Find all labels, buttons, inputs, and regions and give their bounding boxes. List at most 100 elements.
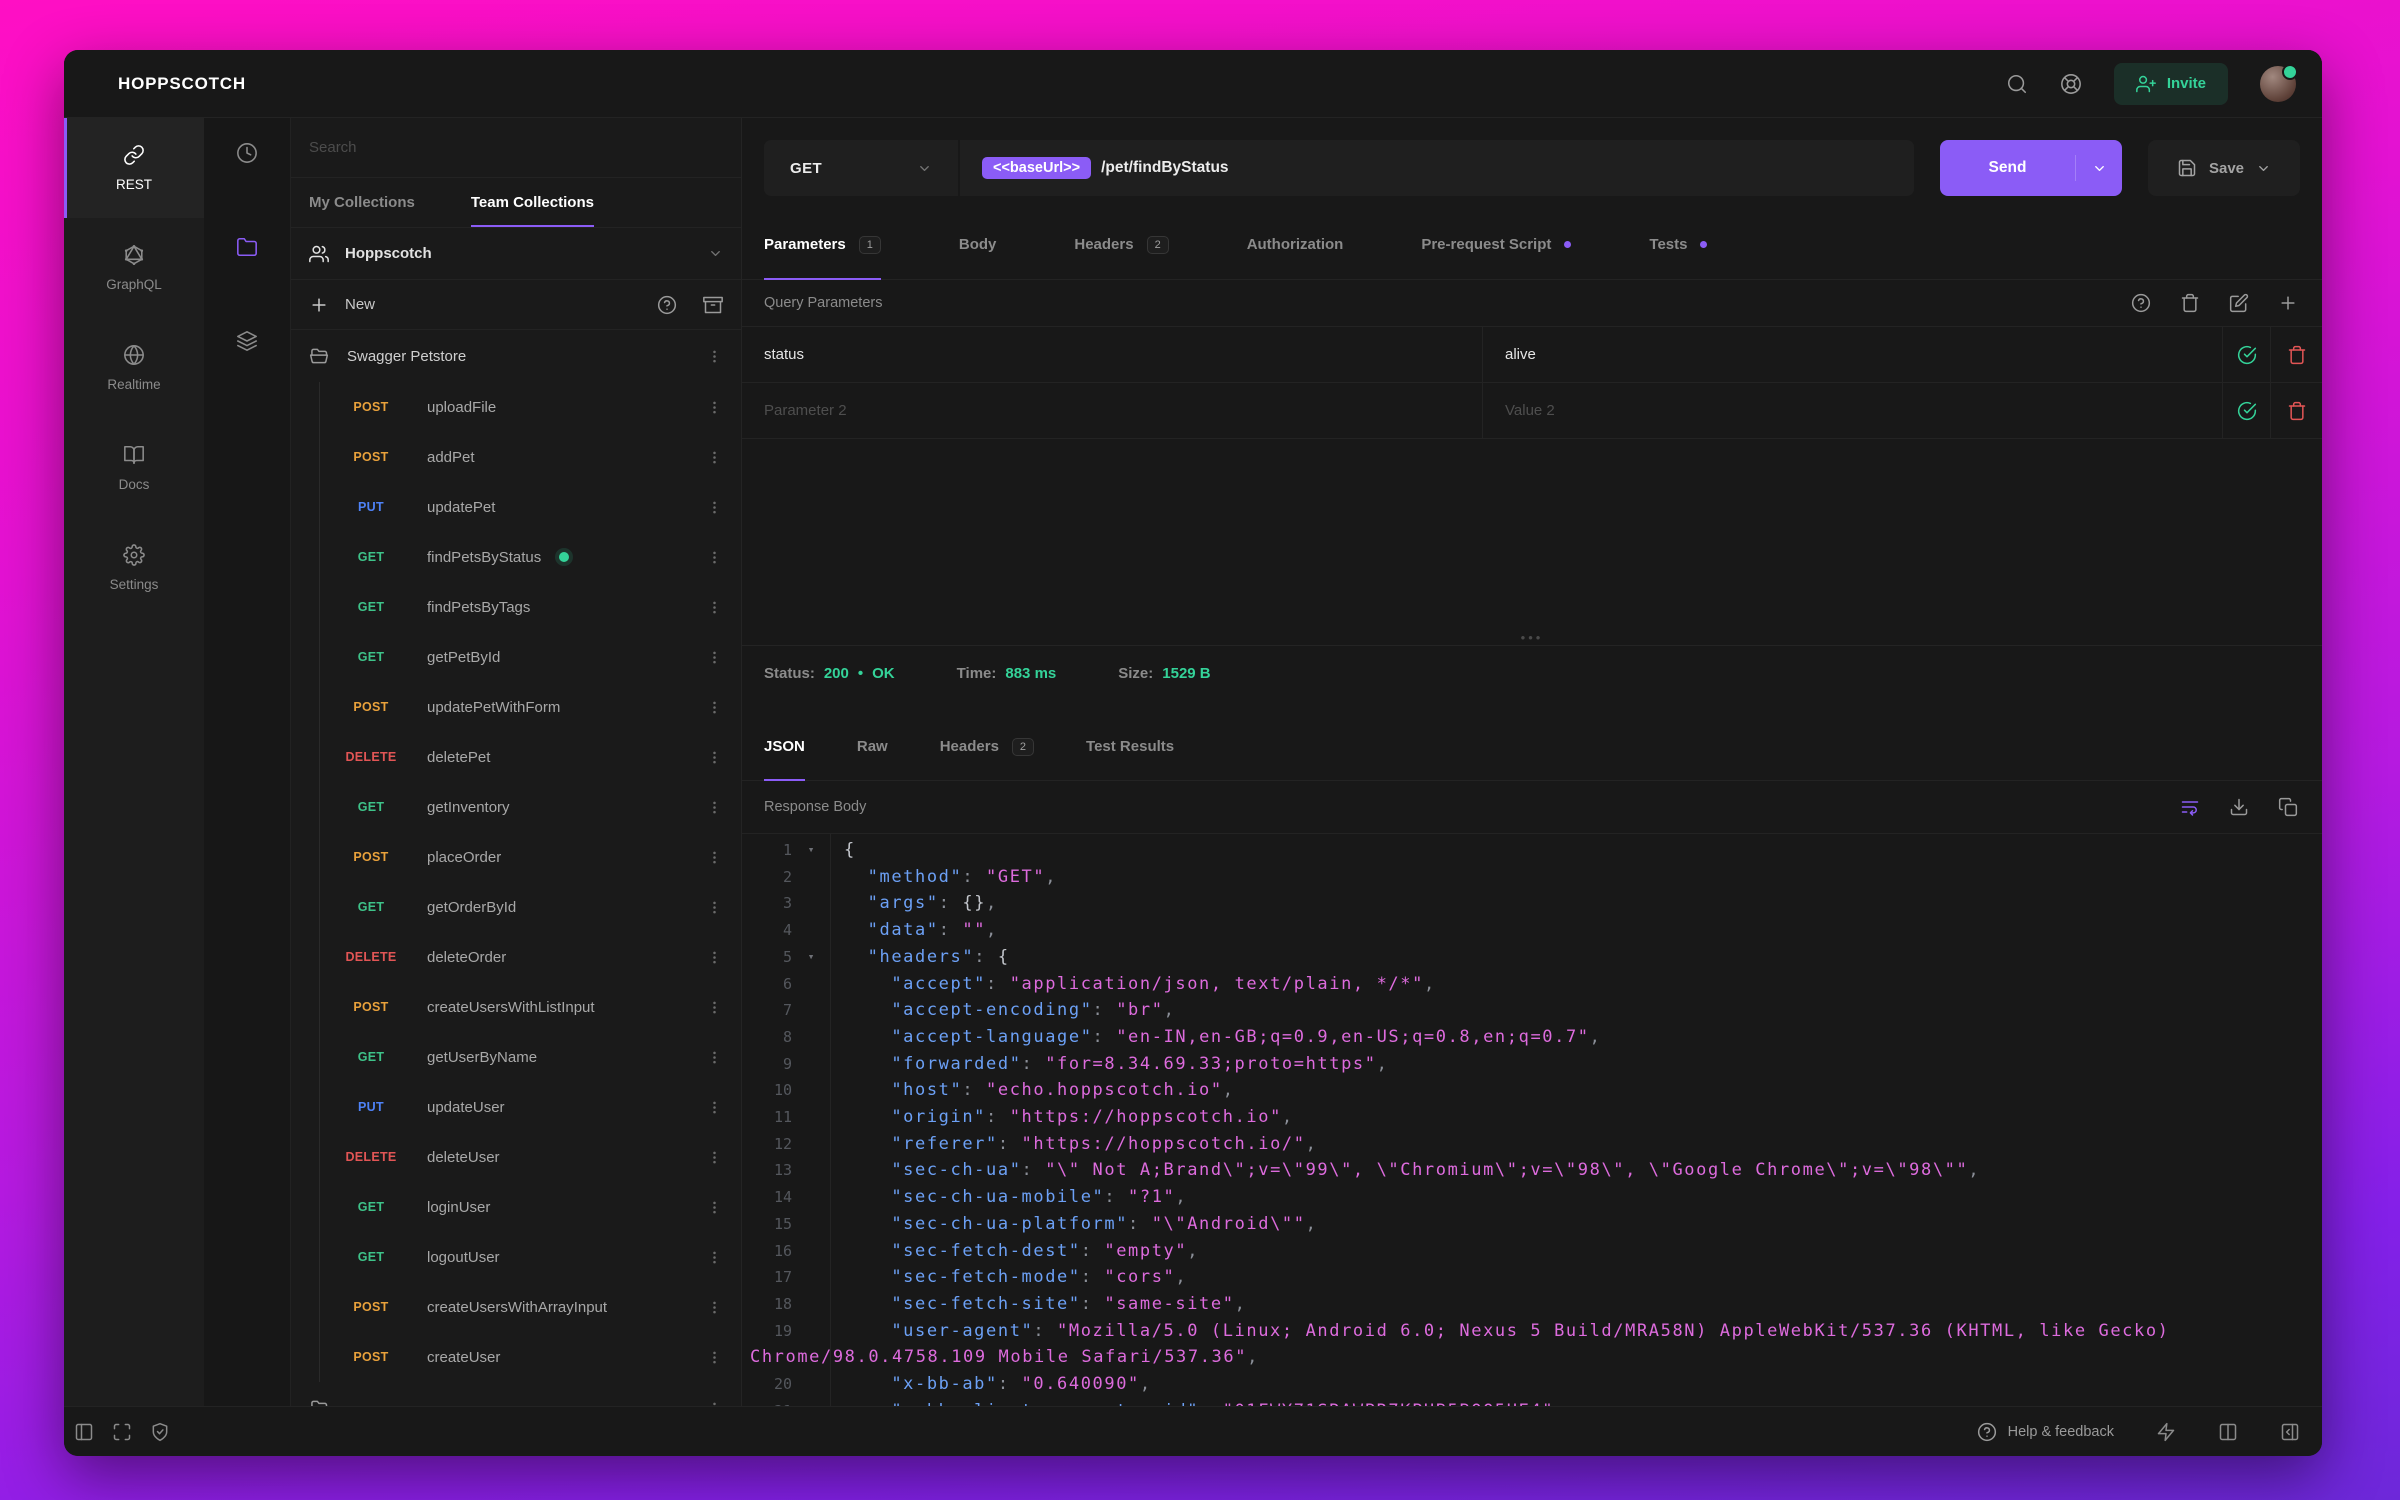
more-options-icon[interactable] [706,549,723,566]
history-icon[interactable] [236,142,258,164]
save-options-chevron-icon[interactable] [2256,161,2271,176]
delete-param-trash-icon[interactable] [2270,327,2322,382]
collection-request[interactable]: GET logoutUser [291,1232,741,1282]
import-export-archive-icon[interactable] [703,295,723,315]
wrap-lines-icon[interactable] [2180,797,2200,817]
collection-request[interactable]: GET loginUser [291,1182,741,1232]
more-options-icon[interactable] [706,1299,723,1316]
collection-request[interactable]: DELETE deleteOrder [291,932,741,982]
help-feedback-button[interactable]: Help & feedback [1977,1422,2114,1442]
sidebar-item-docs[interactable]: Docs [64,418,204,518]
tab-headers[interactable]: Headers 2 [940,713,1035,780]
toggle-param-check-icon[interactable] [2222,383,2270,438]
team-selector[interactable]: Hoppscotch [291,228,741,280]
tab-my-collections[interactable]: My Collections [309,178,415,227]
collection-request[interactable]: GET getPetById [291,632,741,682]
sidebar-item-realtime[interactable]: Realtime [64,318,204,418]
add-param-plus-icon[interactable] [2278,293,2298,313]
tab-body[interactable]: Body [959,210,997,279]
param-value-input[interactable]: Value 2 [1482,383,2222,438]
fold-arrow-icon[interactable]: ▾ [792,837,830,864]
param-key-input[interactable]: status [742,327,1482,382]
method-selector[interactable]: GET [764,140,960,196]
send-options-chevron-icon[interactable] [2076,161,2122,176]
more-options-icon[interactable] [706,949,723,966]
save-button[interactable]: Save [2148,140,2300,196]
tab-parameters[interactable]: Parameters 1 [764,210,881,280]
more-options-icon[interactable] [706,799,723,816]
clear-all-trash-icon[interactable] [2180,293,2200,313]
expand-zen-mode-icon[interactable] [112,1422,132,1442]
more-options-icon[interactable] [706,1149,723,1166]
collection-folder[interactable]: Swagger Petstore [291,330,741,382]
search-icon[interactable] [2006,73,2028,95]
new-collection-button[interactable]: New [345,296,375,313]
bulk-edit-icon[interactable] [2229,293,2249,313]
more-options-icon[interactable] [706,1400,723,1407]
more-options-icon[interactable] [706,1099,723,1116]
tab-authorization[interactable]: Authorization [1247,210,1344,279]
interceptor-shield-icon[interactable] [150,1422,170,1442]
toggle-columns-icon[interactable] [2218,1422,2238,1442]
more-options-icon[interactable] [706,999,723,1016]
more-options-icon[interactable] [706,1249,723,1266]
collection-request[interactable]: DELETE deletePet [291,732,741,782]
delete-param-trash-icon[interactable] [2270,383,2322,438]
more-options-icon[interactable] [706,749,723,766]
more-options-icon[interactable] [706,1049,723,1066]
collection-request[interactable]: GET getInventory [291,782,741,832]
toggle-sidebar-icon[interactable] [74,1422,94,1442]
collection-request[interactable]: PUT updateUser [291,1082,741,1132]
collection-request[interactable]: POST uploadFile [291,382,741,432]
collection-request[interactable]: POST addPet [291,432,741,482]
avatar[interactable] [2260,63,2298,102]
collection-request[interactable]: POST updatePetWithForm [291,682,741,732]
panes-resize-handle[interactable]: ••• [742,630,2322,646]
tab-tests[interactable]: Tests [1649,210,1708,279]
tab-json[interactable]: JSON [764,713,805,781]
tab-headers[interactable]: Headers 2 [1074,210,1169,279]
collection-request[interactable]: PUT updatePet [291,482,741,532]
more-options-icon[interactable] [706,499,723,516]
collection-request[interactable]: GET findPetsByStatus [291,532,741,582]
tab-test-results[interactable]: Test Results [1086,713,1174,780]
sidebar-item-graphql[interactable]: GraphQL [64,218,204,318]
tab-raw[interactable]: Raw [857,713,888,780]
collection-request[interactable]: DELETE deleteUser [291,1132,741,1182]
more-options-icon[interactable] [706,649,723,666]
more-options-icon[interactable] [706,599,723,616]
support-lifebuoy-icon[interactable] [2060,73,2082,95]
plus-icon[interactable] [309,295,329,315]
environment-variable-chip[interactable]: <<baseUrl>> [982,157,1092,179]
collection-request[interactable]: POST createUsersWithArrayInput [291,1282,741,1332]
copy-icon[interactable] [2278,797,2298,817]
tab-pre-request-script[interactable]: Pre-request Script [1421,210,1572,279]
shortcuts-zap-icon[interactable] [2156,1422,2176,1442]
more-options-icon[interactable] [706,348,723,365]
response-body-code[interactable]: 1 ▾{2 "method": "GET", 3 "args": {}, 4 "dat… [742,834,2322,1406]
collections-icon[interactable] [236,236,258,258]
more-options-icon[interactable] [706,1199,723,1216]
help-circle-icon[interactable] [657,295,677,315]
param-value-input[interactable]: alive [1482,327,2222,382]
more-options-icon[interactable] [706,449,723,466]
collection-folder-partial[interactable] [291,1382,741,1406]
search-input[interactable] [309,139,723,156]
collection-request[interactable]: POST createUsersWithListInput [291,982,741,1032]
more-options-icon[interactable] [706,1349,723,1366]
collection-request[interactable]: GET findPetsByTags [291,582,741,632]
url-input[interactable]: <<baseUrl>> /pet/findByStatus [960,157,1251,179]
environments-layers-icon[interactable] [236,330,258,352]
more-options-icon[interactable] [706,699,723,716]
param-key-input[interactable]: Parameter 2 [742,383,1482,438]
sidebar-item-settings[interactable]: Settings [64,518,204,618]
toggle-param-check-icon[interactable] [2222,327,2270,382]
help-circle-icon[interactable] [2131,293,2151,313]
more-options-icon[interactable] [706,849,723,866]
collection-request[interactable]: GET getUserByName [291,1032,741,1082]
invite-button[interactable]: Invite [2113,62,2228,105]
more-options-icon[interactable] [706,899,723,916]
more-options-icon[interactable] [706,399,723,416]
collapse-right-panel-icon[interactable] [2280,1422,2300,1442]
download-icon[interactable] [2229,797,2249,817]
